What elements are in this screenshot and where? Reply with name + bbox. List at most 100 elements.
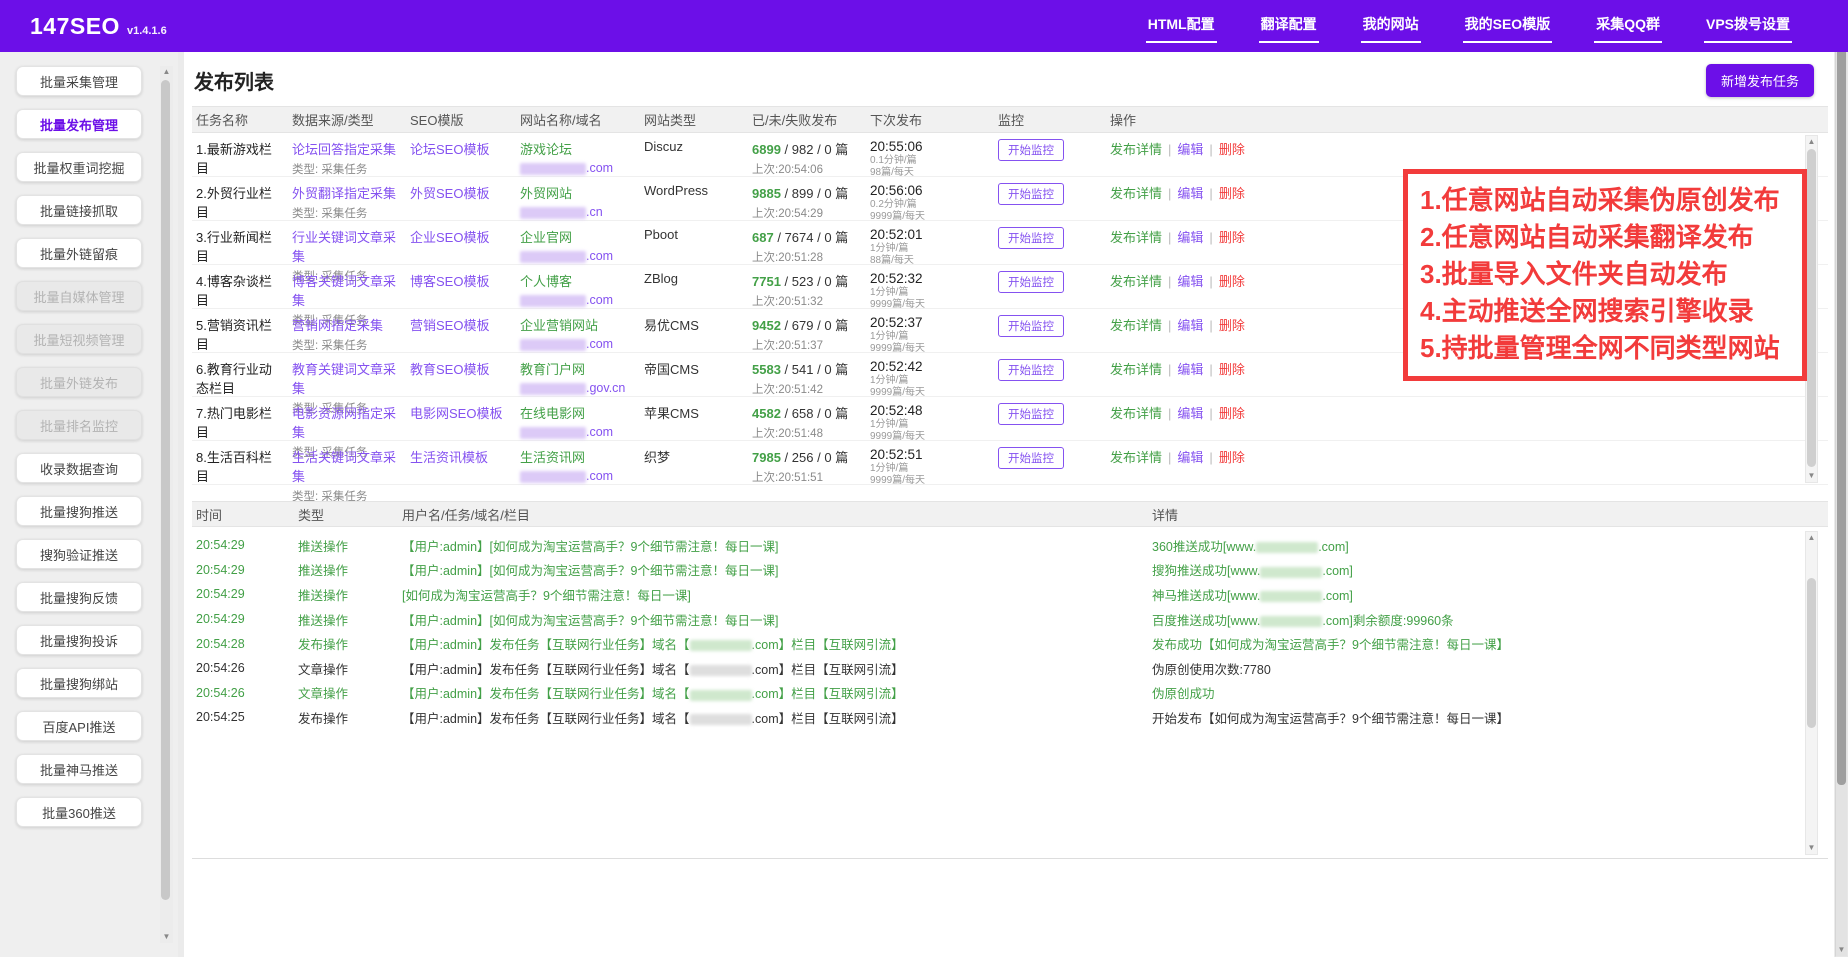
log-type: 文章操作 <box>294 659 398 678</box>
start-monitor-button[interactable]: 开始监控 <box>998 227 1064 249</box>
start-monitor-button[interactable]: 开始监控 <box>998 271 1064 293</box>
log-subject: 【用户:admin】[如何成为淘宝运营高手？9个细节需注意！每日一课] <box>398 610 1148 629</box>
seo-template-link[interactable]: 论坛SEO模板 <box>410 139 512 158</box>
publish-detail-link[interactable]: 发布详情 <box>1110 142 1162 157</box>
scroll-up-icon[interactable]: ▲ <box>1806 136 1817 148</box>
source-link[interactable]: 电影资源网指定采集 <box>292 403 402 441</box>
scroll-down-icon[interactable]: ▼ <box>1836 944 1847 956</box>
delete-link[interactable]: 删除 <box>1219 318 1245 333</box>
sidebar-item[interactable]: 批量外链留痕 <box>16 238 142 268</box>
sidebar-item[interactable]: 批量发布管理 <box>16 109 142 139</box>
top-nav-item[interactable]: 我的SEO模版 <box>1463 10 1553 43</box>
delete-link[interactable]: 删除 <box>1219 450 1245 465</box>
sidebar-item[interactable]: 搜狗验证推送 <box>16 539 142 569</box>
sidebar-item[interactable]: 批量链接抓取 <box>16 195 142 225</box>
publish-detail-link[interactable]: 发布详情 <box>1110 450 1162 465</box>
start-monitor-button[interactable]: 开始监控 <box>998 183 1064 205</box>
sidebar-item[interactable]: 批量外链发布 <box>16 367 142 397</box>
scroll-down-icon[interactable]: ▼ <box>1806 842 1817 854</box>
top-nav-item[interactable]: 采集QQ群 <box>1594 10 1662 43</box>
delete-link[interactable]: 删除 <box>1219 230 1245 245</box>
source-link[interactable]: 行业关键词文章采集 <box>292 227 402 265</box>
sidebar-item[interactable]: 批量搜狗反馈 <box>16 582 142 612</box>
top-nav-item[interactable]: VPS拨号设置 <box>1704 10 1792 43</box>
source-link[interactable]: 论坛回答指定采集 <box>292 139 402 158</box>
edit-link[interactable]: 编辑 <box>1177 274 1203 289</box>
seo-template-link[interactable]: 电影网SEO模板 <box>410 403 512 422</box>
delete-link[interactable]: 删除 <box>1219 186 1245 201</box>
site-type: 易优CMS <box>640 315 748 334</box>
log-detail: 搜狗推送成功[www..com] <box>1148 560 1828 579</box>
sidebar-item[interactable]: 批量短视频管理 <box>16 324 142 354</box>
edit-link[interactable]: 编辑 <box>1177 230 1203 245</box>
publish-detail-link[interactable]: 发布详情 <box>1110 186 1162 201</box>
sidebar-item[interactable]: 批量搜狗投诉 <box>16 625 142 655</box>
seo-template-link[interactable]: 博客SEO模板 <box>410 271 512 290</box>
source-link[interactable]: 生活关键词文章采集 <box>292 447 402 485</box>
col-header-time: 时间 <box>192 505 294 524</box>
sidebar-item[interactable]: 批量排名监控 <box>16 410 142 440</box>
delete-link[interactable]: 删除 <box>1219 274 1245 289</box>
failed-count: 0 篇 <box>824 186 848 201</box>
edit-link[interactable]: 编辑 <box>1177 362 1203 377</box>
sidebar-item[interactable]: 批量权重词挖掘 <box>16 152 142 182</box>
sidebar-item[interactable]: 批量搜狗推送 <box>16 496 142 526</box>
action-separator: | <box>1162 318 1177 333</box>
col-header-subject: 用户名/任务/域名/栏目 <box>398 505 1148 524</box>
sidebar-item[interactable]: 批量自媒体管理 <box>16 281 142 311</box>
page-scrollbar-thumb[interactable] <box>1837 15 1846 785</box>
source-link[interactable]: 博客关键词文章采集 <box>292 271 402 309</box>
sidebar-item[interactable]: 批量采集管理 <box>16 66 142 96</box>
sidebar-scrollbar[interactable]: ▲ ▼ <box>160 66 173 943</box>
start-monitor-button[interactable]: 开始监控 <box>998 447 1064 469</box>
sidebar-item[interactable]: 批量搜狗绑站 <box>16 668 142 698</box>
col-header-monitor: 监控 <box>994 110 1106 129</box>
start-monitor-button[interactable]: 开始监控 <box>998 139 1064 161</box>
page-scrollbar[interactable]: ▲ ▼ <box>1835 0 1848 957</box>
seo-template-link[interactable]: 生活资讯模板 <box>410 447 512 466</box>
seo-template-link[interactable]: 企业SEO模板 <box>410 227 512 246</box>
add-publish-task-button[interactable]: 新增发布任务 <box>1706 64 1814 97</box>
sidebar-item[interactable]: 批量360推送 <box>16 797 142 827</box>
source-link[interactable]: 营销网指定采集 <box>292 315 402 334</box>
source-link[interactable]: 外贸翻译指定采集 <box>292 183 402 202</box>
delete-link[interactable]: 删除 <box>1219 362 1245 377</box>
publish-detail-link[interactable]: 发布详情 <box>1110 406 1162 421</box>
sidebar-item[interactable]: 批量神马推送 <box>16 754 142 784</box>
sidebar-item[interactable]: 百度API推送 <box>16 711 142 741</box>
edit-link[interactable]: 编辑 <box>1177 406 1203 421</box>
top-nav-item[interactable]: 翻译配置 <box>1259 10 1319 43</box>
top-nav-item[interactable]: HTML配置 <box>1146 10 1217 43</box>
publish-detail-link[interactable]: 发布详情 <box>1110 362 1162 377</box>
start-monitor-button[interactable]: 开始监控 <box>998 315 1064 337</box>
edit-link[interactable]: 编辑 <box>1177 450 1203 465</box>
delete-link[interactable]: 删除 <box>1219 142 1245 157</box>
edit-link[interactable]: 编辑 <box>1177 142 1203 157</box>
publish-counts: 9885 / 899 / 0 篇 <box>752 183 862 202</box>
start-monitor-button[interactable]: 开始监控 <box>998 403 1064 425</box>
seo-template-link[interactable]: 外贸SEO模板 <box>410 183 512 202</box>
sidebar-scrollbar-thumb[interactable] <box>161 80 170 900</box>
source-link[interactable]: 教育关键词文章采集 <box>292 359 402 397</box>
log-type: 文章操作 <box>294 683 398 702</box>
scroll-down-icon[interactable]: ▼ <box>160 931 173 943</box>
task-scrollbar-thumb[interactable] <box>1807 149 1816 467</box>
count-sep: / <box>785 406 789 421</box>
scroll-down-icon[interactable]: ▼ <box>1806 470 1817 482</box>
log-scrollbar-thumb[interactable] <box>1807 578 1816 728</box>
edit-link[interactable]: 编辑 <box>1177 318 1203 333</box>
seo-template-link[interactable]: 教育SEO模板 <box>410 359 512 378</box>
top-nav-item[interactable]: 我的网站 <box>1361 10 1421 43</box>
seo-template-link[interactable]: 营销SEO模板 <box>410 315 512 334</box>
publish-detail-link[interactable]: 发布详情 <box>1110 230 1162 245</box>
publish-detail-link[interactable]: 发布详情 <box>1110 318 1162 333</box>
log-detail-text: 伪原创成功 <box>1152 687 1215 701</box>
sidebar-item[interactable]: 收录数据查询 <box>16 453 142 483</box>
log-table-scrollbar[interactable]: ▲ ▼ <box>1805 531 1818 855</box>
delete-link[interactable]: 删除 <box>1219 406 1245 421</box>
edit-link[interactable]: 编辑 <box>1177 186 1203 201</box>
publish-detail-link[interactable]: 发布详情 <box>1110 274 1162 289</box>
scroll-up-icon[interactable]: ▲ <box>1806 532 1817 544</box>
scroll-up-icon[interactable]: ▲ <box>160 66 173 78</box>
start-monitor-button[interactable]: 开始监控 <box>998 359 1064 381</box>
